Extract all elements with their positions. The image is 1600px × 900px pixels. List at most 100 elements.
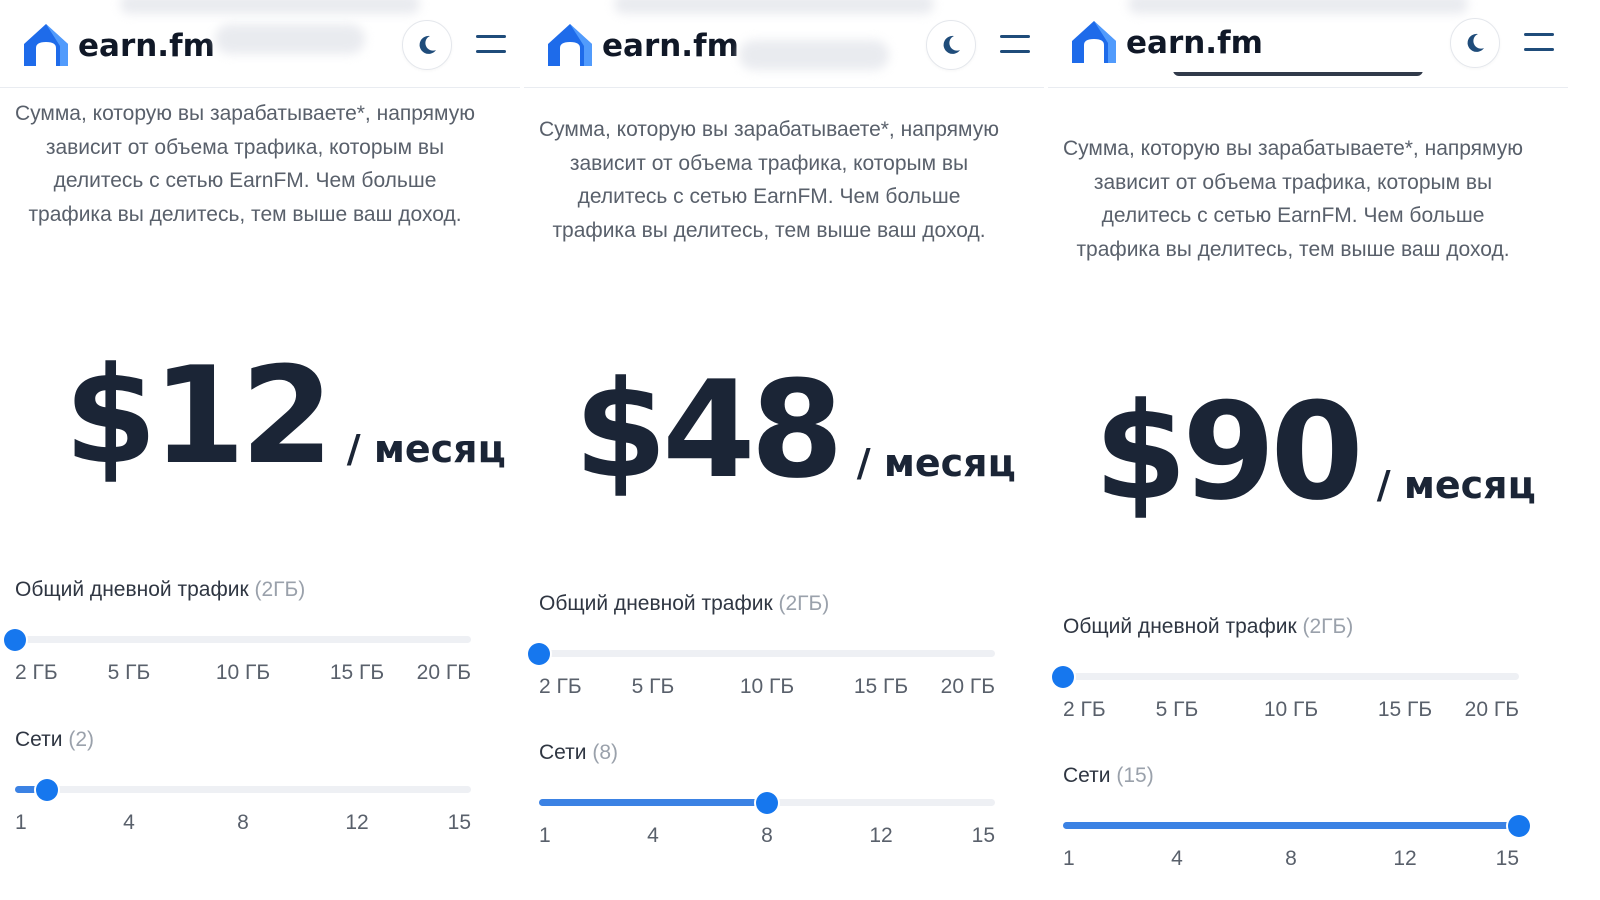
price-amount: $12: [64, 338, 334, 494]
slider-tick-label: 15 ГБ: [329, 661, 385, 684]
site-header: earn.fm: [1048, 0, 1568, 88]
blurred-region: [614, 0, 934, 14]
slider-tick-label: 10 ГБ: [739, 675, 795, 698]
brand-name: earn.fm: [602, 28, 739, 64]
slider-tick-label: 1: [539, 824, 551, 847]
traffic-slider-thumb[interactable]: [4, 628, 26, 651]
slider-tick-label: 12: [1393, 847, 1417, 870]
networks-slider-fill: [539, 799, 767, 806]
slider-tick-label: 15: [447, 811, 471, 834]
networks-slider-label: Сети (2): [15, 728, 94, 752]
networks-label-text: Сети: [539, 741, 587, 764]
hamburger-menu-icon[interactable]: [476, 32, 508, 58]
blurred-region: [215, 24, 365, 54]
slider-tick-label: 10 ГБ: [1263, 698, 1319, 721]
brand-logo[interactable]: earn.fm: [20, 20, 215, 72]
networks-label-text: Сети: [15, 728, 63, 751]
networks-slider-track[interactable]: [15, 778, 471, 801]
slider-tick-label: 8: [237, 811, 249, 834]
slider-tick-label: 1: [15, 811, 27, 834]
theme-toggle-button[interactable]: [402, 20, 452, 70]
monthly-earnings: $90 / месяц: [1094, 374, 1568, 530]
traffic-slider-thumb[interactable]: [1052, 665, 1074, 688]
traffic-slider-label: Общий дневной трафик (2ГБ): [1063, 615, 1353, 639]
blurred-region: [1128, 0, 1468, 14]
price-period: / месяц: [346, 427, 506, 471]
screenshot-collage: earn.fm Сумма, которую вы зарабатываете*…: [0, 0, 1600, 900]
slider-tick-label: 2 ГБ: [1063, 698, 1106, 721]
networks-label-text: Сети: [1063, 764, 1111, 787]
slider-tick-label: 8: [1285, 847, 1297, 870]
price-period: / месяц: [856, 441, 1016, 485]
blurred-region: [120, 0, 420, 14]
slider-tick-label: 5 ГБ: [631, 675, 675, 698]
brand-name: earn.fm: [1126, 25, 1263, 61]
brand-logo[interactable]: earn.fm: [544, 20, 739, 72]
slider-tick-label: 2 ГБ: [539, 675, 582, 698]
networks-value: (15): [1116, 764, 1154, 787]
networks-slider-thumb[interactable]: [1508, 814, 1530, 837]
moon-icon: [419, 35, 436, 54]
price-period: / месяц: [1376, 463, 1536, 507]
slider-tick-label: 4: [1171, 847, 1183, 870]
traffic-label-text: Общий дневной трафик: [539, 592, 773, 615]
networks-slider-label: Сети (15): [1063, 764, 1154, 788]
traffic-slider-track[interactable]: [1052, 665, 1519, 688]
monthly-earnings: $12 / месяц: [64, 338, 520, 494]
monthly-earnings: $48 / месяц: [574, 352, 1044, 508]
earnings-description: Сумма, которую вы зарабатываете*, напрям…: [539, 118, 999, 242]
earnings-calculator-panel-2: earn.fm Сумма, которую вы зарабатываете*…: [524, 0, 1044, 900]
traffic-label-text: Общий дневной трафик: [15, 578, 249, 601]
slider-tick-label: 2 ГБ: [15, 661, 58, 684]
networks-slider-label: Сети (8): [539, 741, 618, 765]
traffic-slider-ticks: 2 ГБ 5 ГБ 10 ГБ 15 ГБ 20 ГБ: [15, 661, 471, 689]
networks-slider-thumb[interactable]: [35, 778, 58, 801]
slider-tick-label: 8: [761, 824, 773, 847]
slider-tick-label: 12: [345, 811, 369, 834]
traffic-slider-track[interactable]: [4, 628, 471, 651]
house-logo-icon: [1072, 21, 1116, 63]
networks-slider-thumb[interactable]: [756, 791, 778, 814]
hamburger-menu-icon[interactable]: [1000, 32, 1032, 58]
moon-icon: [1467, 33, 1484, 52]
traffic-slider-ticks: 2 ГБ 5 ГБ 10 ГБ 15 ГБ 20 ГБ: [539, 675, 995, 703]
blurred-region: [739, 40, 889, 70]
networks-slider-track[interactable]: [539, 791, 995, 814]
networks-value: (2): [68, 728, 95, 751]
theme-toggle-button[interactable]: [1450, 18, 1500, 68]
traffic-label-text: Общий дневной трафик: [1063, 615, 1297, 638]
traffic-value: (2ГБ): [254, 578, 306, 601]
site-header: earn.fm: [0, 0, 520, 88]
house-logo-icon: [24, 24, 68, 66]
traffic-slider-track[interactable]: [528, 642, 995, 665]
slider-tick-label: 5 ГБ: [107, 661, 151, 684]
earnings-calculator-panel-3: earn.fm Сумма, которую вы зарабатываете*…: [1048, 0, 1568, 900]
moon-icon: [943, 35, 960, 54]
slider-tick-label: 1: [1063, 847, 1075, 870]
traffic-slider-ticks: 2 ГБ 5 ГБ 10 ГБ 15 ГБ 20 ГБ: [1063, 698, 1519, 726]
slider-tick-label: 4: [123, 811, 135, 834]
price-amount: $48: [574, 352, 844, 508]
theme-toggle-button[interactable]: [926, 20, 976, 70]
earnings-calculator-panel-1: earn.fm Сумма, которую вы зарабатываете*…: [0, 0, 520, 900]
earnings-description: Сумма, которую вы зарабатываете*, напрям…: [15, 102, 475, 226]
traffic-slider-thumb[interactable]: [528, 642, 550, 665]
networks-slider-track[interactable]: [1063, 814, 1530, 837]
site-header: earn.fm: [524, 0, 1044, 88]
hamburger-menu-icon[interactable]: [1524, 30, 1556, 56]
networks-slider-fill: [1063, 822, 1519, 829]
earnings-description: Сумма, которую вы зарабатываете*, напрям…: [1063, 137, 1523, 261]
slider-tick-label: 20 ГБ: [416, 661, 471, 684]
slider-tick-label: 5 ГБ: [1155, 698, 1199, 721]
networks-value: (8): [592, 741, 619, 764]
slider-tick-label: 10 ГБ: [215, 661, 271, 684]
price-amount: $90: [1094, 374, 1364, 530]
slider-tick-label: 15 ГБ: [853, 675, 909, 698]
traffic-value: (2ГБ): [778, 592, 830, 615]
brand-logo[interactable]: earn.fm: [1068, 17, 1263, 69]
slider-tick-label: 20 ГБ: [1464, 698, 1519, 721]
traffic-value: (2ГБ): [1302, 615, 1354, 638]
slider-tick-label: 12: [869, 824, 893, 847]
slider-tick-label: 15 ГБ: [1377, 698, 1433, 721]
traffic-slider-label: Общий дневной трафик (2ГБ): [15, 578, 305, 602]
